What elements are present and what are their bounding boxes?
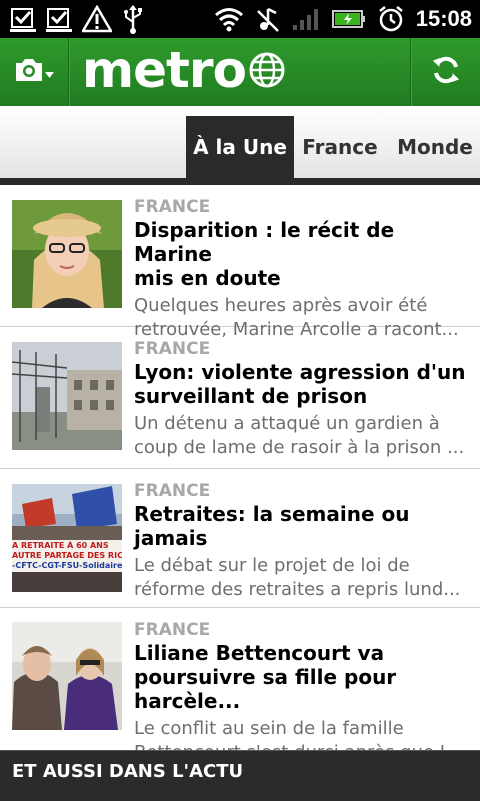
logo-text: metro: [82, 41, 247, 99]
article-title-line: surveillant de prison: [134, 384, 368, 408]
article-category: FRANCE: [134, 481, 211, 501]
tab-a-la-une[interactable]: À la Une: [186, 116, 294, 178]
article-title: Liliane Bettencourt va poursuivre sa fil…: [134, 641, 474, 713]
tab-monde[interactable]: Monde: [390, 116, 480, 178]
section-header: ET AUSSI DANS L'ACTU: [0, 750, 480, 801]
article-category: FRANCE: [134, 620, 211, 640]
article-category: FRANCE: [134, 339, 211, 359]
banner-text: A RETRAITE À 60 ANS AUTRE PARTAGE DES RI…: [12, 541, 122, 571]
article-title-line: Retraites: la semaine ou jamais: [134, 502, 410, 550]
article-title-line: Liliane Bettencourt va: [134, 641, 385, 665]
article-thumbnail: [12, 622, 122, 730]
article-thumbnail: A RETRAITE À 60 ANS AUTRE PARTAGE DES RI…: [12, 484, 122, 592]
status-time: 15:08: [415, 6, 472, 31]
article-title-line: Lyon: violente agression d'un: [134, 360, 466, 384]
list-item[interactable]: FRANCE Liliane Bettencourt va poursuivre…: [0, 608, 480, 763]
download-done-icon: [46, 5, 72, 33]
list-item[interactable]: A RETRAITE À 60 ANS AUTRE PARTAGE DES RI…: [0, 469, 480, 608]
banner-line: -CFTC-CGT-FSU-Solidaires-U: [12, 561, 122, 570]
tab-underline: [0, 178, 480, 185]
alarm-icon: [378, 5, 404, 33]
music-off-icon: [256, 5, 280, 33]
refresh-icon: [430, 54, 462, 90]
tab-bar: À la Une France Monde: [0, 106, 480, 178]
wifi-icon: [214, 6, 244, 32]
download-done-icon: [10, 5, 36, 33]
tab-france[interactable]: France: [298, 116, 382, 178]
metro-logo: metro: [82, 40, 286, 100]
usb-icon: [122, 4, 144, 34]
banner-line: AUTRE PARTAGE DES RICHE: [12, 551, 122, 560]
section-title: ET AUSSI DANS L'ACTU: [12, 761, 244, 782]
article-summary: Un détenu a attaqué un gardien à coup de…: [134, 412, 474, 460]
article-thumbnail: [12, 200, 122, 308]
article-title-line: Disparition : le récit de Marine: [134, 218, 395, 266]
article-summary-line: coup de lame de rasoir à la prison ...: [134, 437, 465, 458]
article-summary-line: Le débat sur le projet de loi de: [134, 555, 410, 576]
article-summary-line: Un détenu a attaqué un gardien à: [134, 413, 440, 434]
signal-icon: [292, 7, 320, 31]
article-summary-line: Quelques heures après avoir été: [134, 295, 428, 316]
article-title: Retraites: la semaine ou jamais: [134, 502, 474, 550]
divider: [68, 38, 69, 106]
banner-line: A RETRAITE À 60 ANS: [12, 541, 109, 550]
list-item[interactable]: FRANCE Disparition : le récit de Marine …: [0, 185, 480, 340]
article-category: FRANCE: [134, 197, 211, 217]
refresh-button[interactable]: [411, 38, 480, 106]
battery-charging-icon: [331, 8, 366, 30]
app-header: metro: [0, 38, 480, 106]
warning-icon: [82, 5, 112, 33]
article-thumbnail: [12, 342, 122, 450]
globe-icon: [248, 51, 286, 93]
article-title: Disparition : le récit de Marine mis en …: [134, 218, 474, 290]
article-title-line: mis en doute: [134, 266, 281, 290]
camera-button[interactable]: [0, 38, 68, 106]
list-item[interactable]: FRANCE Lyon: violente agression d'un sur…: [0, 327, 480, 469]
article-summary-line: réforme des retraites a repris lund...: [134, 579, 461, 600]
camera-icon: [12, 54, 56, 90]
article-title: Lyon: violente agression d'un surveillan…: [134, 360, 474, 408]
article-title-line: poursuivre sa fille pour harcèle...: [134, 665, 397, 713]
status-bar: 15:08: [0, 0, 480, 38]
article-summary: Le débat sur le projet de loi de réforme…: [134, 554, 474, 602]
article-summary-line: Le conflit au sein de la famille: [134, 718, 404, 739]
